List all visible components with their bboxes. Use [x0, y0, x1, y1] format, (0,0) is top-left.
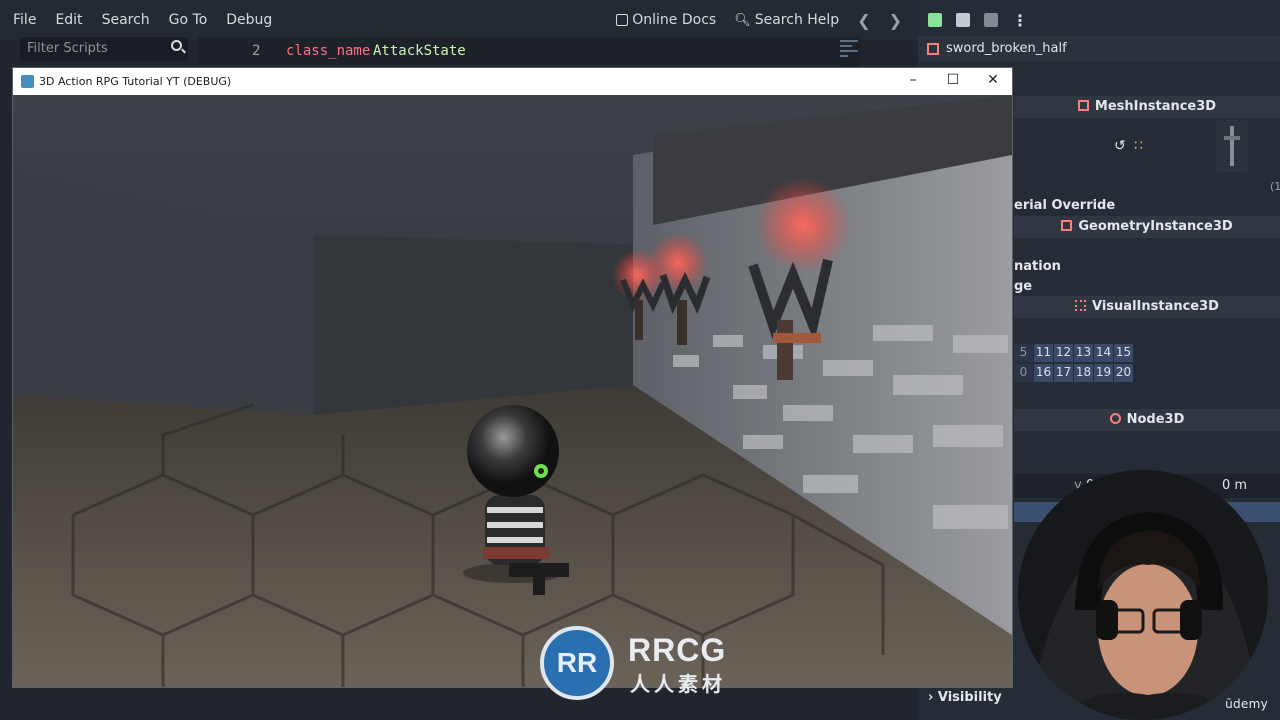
dungeon-scene [13, 95, 1012, 687]
game-window-title: 3D Action RPG Tutorial YT (DEBUG) [39, 75, 232, 88]
godot-app-icon [21, 75, 34, 88]
rrcg-wordmark: RRCG [628, 632, 727, 668]
menu-bar: File Edit Search Go To Debug Online Docs… [0, 0, 918, 40]
layer-cell[interactable]: 16 [1034, 364, 1053, 382]
close-button[interactable]: ✕ [973, 68, 1013, 95]
code-keyword: class_name [286, 43, 371, 59]
layer-cell[interactable]: 11 [1034, 344, 1053, 362]
filter-scripts-placeholder: Filter Scripts [27, 41, 108, 56]
code-class-name: AttackState [373, 43, 466, 59]
transform-unit-value[interactable]: 0 m [1222, 478, 1247, 493]
maximize-button[interactable]: ☐ [933, 68, 973, 95]
line-number: 2 [252, 43, 261, 59]
mesh-instance-icon [1077, 100, 1089, 111]
layer-cell[interactable]: 0 [1014, 364, 1033, 382]
filter-scripts-input[interactable]: Filter Scripts [20, 37, 188, 61]
menu-go-to[interactable]: Go To [169, 12, 208, 28]
mesh-icon [927, 43, 939, 55]
node3d-icon [1109, 413, 1121, 424]
layer-cell[interactable]: 15 [1114, 344, 1133, 362]
search-help-label: Search Help [754, 12, 840, 28]
section-node-label: Node3D [1126, 412, 1185, 427]
game-viewport[interactable] [13, 95, 1012, 687]
layer-cell[interactable]: 18 [1074, 364, 1093, 382]
menu-right-tools: Online Docs 🔍︎ Search Help ❮ ❯ [616, 0, 902, 40]
prop-visibility-range[interactable]: ge [1014, 279, 1032, 294]
open-folder-icon[interactable] [956, 13, 970, 27]
snap-icon[interactable]: ∷ [1134, 138, 1143, 154]
history-forward-icon[interactable]: ❯ [889, 11, 902, 30]
game-debug-window[interactable]: 3D Action RPG Tutorial YT (DEBUG) – ☐ ✕ [12, 67, 1013, 688]
section-visibility[interactable]: › Visibility [928, 690, 1002, 705]
menu-search[interactable]: Search [102, 12, 150, 28]
layer-cell[interactable]: 5 [1014, 344, 1033, 362]
menu-edit[interactable]: Edit [55, 12, 82, 28]
rrcg-logo: RR [540, 626, 614, 700]
rrcg-subtitle: 人人素材 [630, 672, 726, 696]
search-help-button[interactable]: 🔍︎ Search Help [734, 12, 839, 28]
online-docs-button[interactable]: Online Docs [616, 12, 716, 28]
section-visual-instance[interactable]: VisualInstance3D [1014, 296, 1280, 318]
layer-cell[interactable]: 14 [1094, 344, 1113, 362]
mesh-preview [1216, 120, 1248, 172]
menu-file[interactable]: File [13, 12, 36, 28]
rrcg-watermark: RR RRCG 人人素材 [540, 626, 750, 700]
hint-text: (1 [1270, 180, 1280, 193]
webcam-overlay [1018, 470, 1268, 720]
search-icon [171, 40, 182, 51]
section-node3d[interactable]: Node3D [1014, 409, 1280, 431]
search-help-icon: 🔍︎ [734, 12, 751, 28]
visual-instance-icon [1075, 300, 1087, 311]
history-back-icon[interactable]: ❮ [857, 11, 870, 30]
inspector-toolbar: ⋮ [918, 0, 1280, 40]
section-mesh-label: MeshInstance3D [1094, 99, 1217, 114]
render-layers-grid: 5 11 12 13 14 15 0 16 17 18 19 20 [1014, 344, 1133, 384]
resource-name: sword_broken_half [946, 41, 1067, 56]
section-visual-label: VisualInstance3D [1092, 299, 1219, 314]
layer-cell[interactable]: 20 [1114, 364, 1133, 382]
inspected-resource[interactable]: sword_broken_half [918, 36, 1280, 62]
prop-global-illumination[interactable]: nation [1014, 259, 1061, 274]
minimize-button[interactable]: – [893, 68, 933, 95]
layer-cell[interactable]: 12 [1054, 344, 1073, 362]
new-resource-icon[interactable] [928, 13, 942, 27]
reset-icon[interactable]: ↺ [1114, 138, 1126, 154]
external-link-icon [616, 14, 629, 26]
section-geometry-instance[interactable]: GeometryInstance3D [1014, 216, 1280, 238]
layer-cell[interactable]: 17 [1054, 364, 1073, 382]
code-minimap[interactable] [838, 37, 860, 67]
save-icon[interactable] [984, 13, 998, 27]
more-options-icon[interactable]: ⋮ [1012, 11, 1028, 30]
online-docs-label: Online Docs [632, 12, 717, 28]
section-mesh-instance[interactable]: MeshInstance3D [1014, 96, 1280, 118]
prop-material-override[interactable]: erial Override [1014, 198, 1115, 213]
sword-preview-icon [1224, 126, 1240, 166]
code-editor[interactable]: 2 class_name AttackState [198, 37, 838, 65]
visibility-label: Visibility [937, 690, 1002, 705]
game-window-titlebar[interactable]: 3D Action RPG Tutorial YT (DEBUG) – ☐ ✕ [13, 68, 1012, 95]
udemy-logo: ūdemy [1225, 697, 1268, 711]
layer-cell[interactable]: 19 [1094, 364, 1113, 382]
rrcg-logo-text: RR [556, 647, 598, 678]
section-geometry-label: GeometryInstance3D [1078, 219, 1233, 234]
presenter-video [1018, 470, 1268, 720]
layer-cell[interactable]: 13 [1074, 344, 1093, 362]
menu-debug[interactable]: Debug [226, 12, 272, 28]
geometry-instance-icon [1061, 220, 1073, 231]
